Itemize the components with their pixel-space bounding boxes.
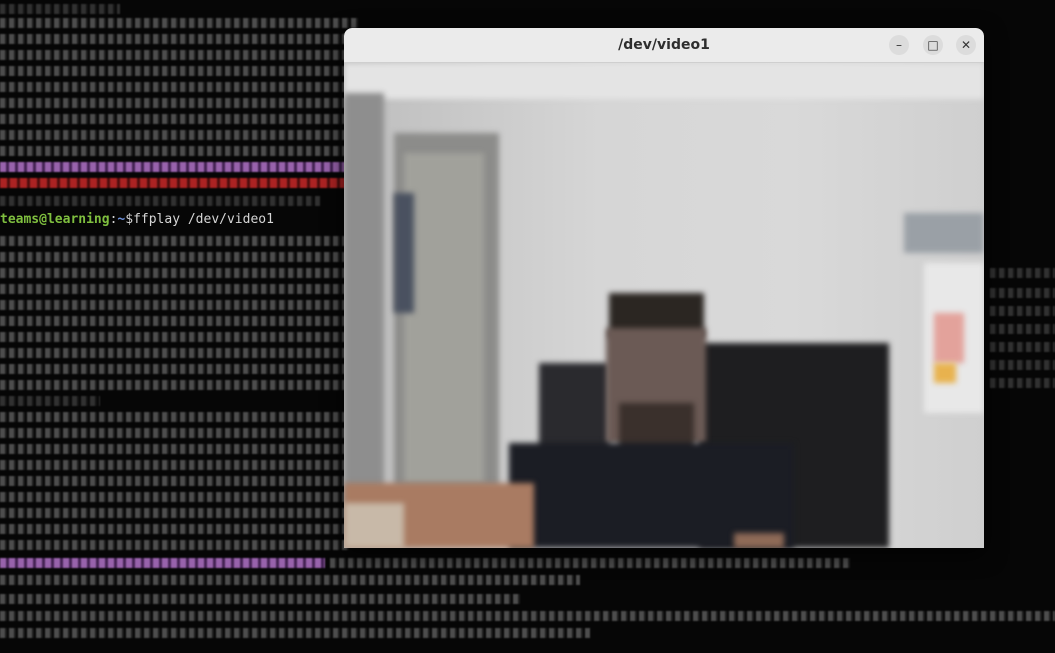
terminal-output-line	[0, 114, 350, 124]
terminal-output-line	[0, 284, 350, 294]
video-person-hand	[734, 533, 784, 548]
close-button[interactable]: ✕	[956, 35, 976, 55]
terminal-output-line	[0, 594, 520, 604]
video-left-shadow	[344, 93, 384, 533]
terminal-output-line	[0, 575, 580, 585]
terminal-output-line	[0, 364, 350, 374]
video-right-shelf	[904, 213, 984, 253]
terminal-output-line	[0, 18, 360, 28]
desktop: teams@learning:~$ffplay /dev/video1 /dev…	[0, 0, 1055, 653]
close-icon: ✕	[960, 38, 972, 52]
terminal-output-line	[0, 476, 350, 486]
terminal-output-line	[0, 460, 350, 470]
terminal-prompt-line: teams@learning:~$ffplay /dev/video1	[0, 212, 274, 228]
maximize-icon: □	[927, 38, 939, 52]
terminal-output-line	[0, 196, 320, 206]
video-frame	[344, 63, 984, 548]
minimize-icon: –	[896, 38, 902, 52]
terminal-output-line	[0, 611, 1055, 621]
terminal-output-line	[0, 300, 350, 310]
terminal-output-line	[0, 628, 590, 638]
video-decoration	[934, 313, 964, 363]
terminal-output-line	[0, 34, 360, 44]
terminal-output-line	[0, 348, 350, 358]
window-title: /dev/video1	[618, 37, 710, 53]
terminal-output-line	[0, 508, 350, 518]
terminal-output-line	[0, 4, 120, 14]
terminal-output-line	[0, 540, 350, 550]
terminal-output-line	[0, 332, 350, 342]
video-floor	[344, 503, 404, 548]
terminal-output-line	[0, 66, 350, 76]
terminal-output-line	[0, 444, 350, 454]
terminal-highlight-line	[0, 558, 325, 568]
terminal-output-line	[990, 360, 1055, 370]
terminal-output-line	[990, 268, 1055, 278]
terminal-output-line	[0, 146, 350, 156]
video-door-inner	[404, 153, 484, 483]
video-ceiling	[344, 63, 984, 99]
terminal-output-line	[0, 82, 350, 92]
terminal-output-line	[0, 50, 350, 60]
terminal-highlight-line	[0, 162, 375, 172]
terminal-output-line	[990, 306, 1055, 316]
terminal-output-line	[0, 412, 350, 422]
terminal-output-line	[990, 342, 1055, 352]
terminal-output-line	[0, 396, 100, 406]
ffplay-window[interactable]: /dev/video1 – □ ✕	[344, 28, 984, 548]
terminal-output-line	[0, 380, 350, 390]
video-door-dark	[394, 193, 414, 313]
terminal-output-line	[0, 98, 350, 108]
prompt-symbol: $	[125, 212, 134, 227]
maximize-button[interactable]: □	[923, 35, 943, 55]
terminal-output-line	[990, 378, 1055, 388]
terminal-output-line	[0, 316, 350, 326]
terminal-output-line	[0, 492, 350, 502]
terminal-output-line	[0, 524, 350, 534]
minimize-button[interactable]: –	[889, 35, 909, 55]
terminal-output-line	[990, 324, 1055, 334]
terminal-output-line	[0, 130, 350, 140]
prompt-user: teams@learning	[0, 212, 110, 227]
terminal-output-line	[990, 288, 1055, 298]
terminal-output-line	[330, 558, 850, 568]
terminal-output-line	[0, 268, 350, 278]
prompt-command: ffplay /dev/video1	[133, 212, 274, 227]
window-titlebar[interactable]: /dev/video1 – □ ✕	[344, 28, 984, 63]
terminal-output-line	[0, 252, 350, 262]
video-decoration-yellow	[934, 363, 956, 383]
terminal-output-line	[0, 428, 350, 438]
terminal-error-line	[0, 178, 380, 188]
terminal-output-line	[0, 236, 350, 246]
